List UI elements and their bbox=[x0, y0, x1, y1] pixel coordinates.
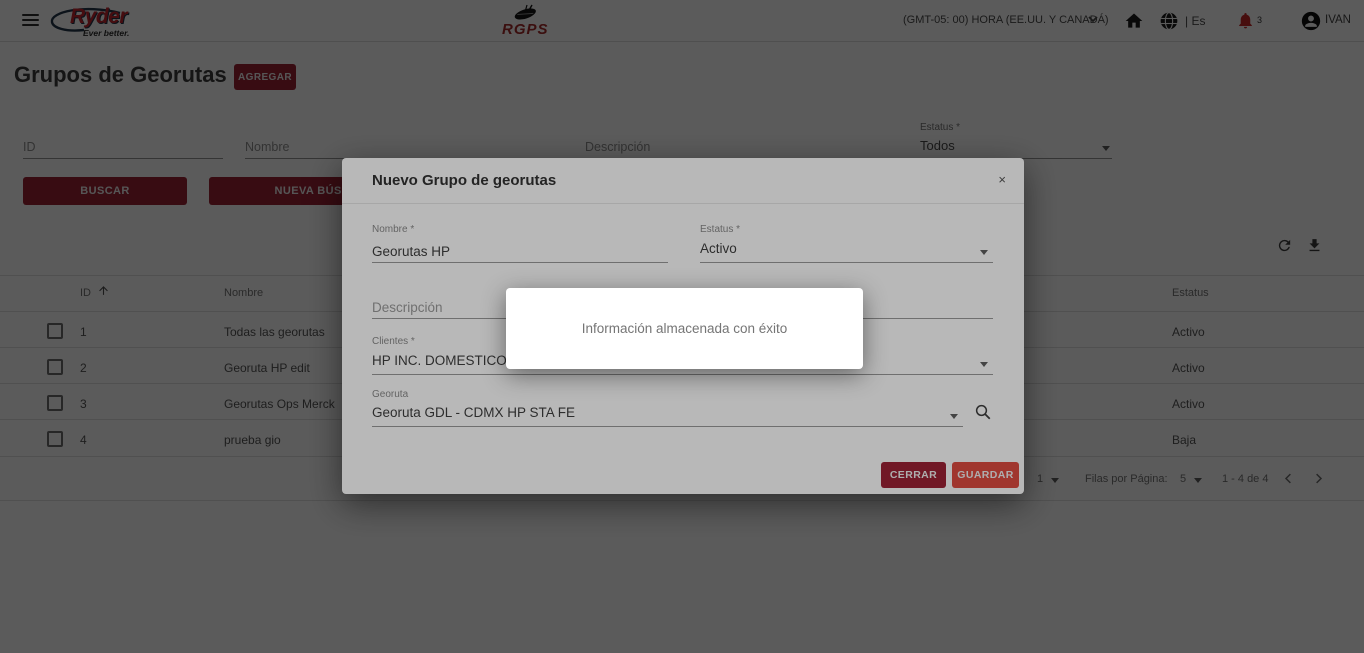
toast-message: Información almacenada con éxito bbox=[581, 321, 788, 336]
screen: Ryder Ever better. RGPS (GMT-05: 00) HOR… bbox=[0, 0, 1364, 653]
success-toast: Información almacenada con éxito bbox=[506, 288, 863, 369]
